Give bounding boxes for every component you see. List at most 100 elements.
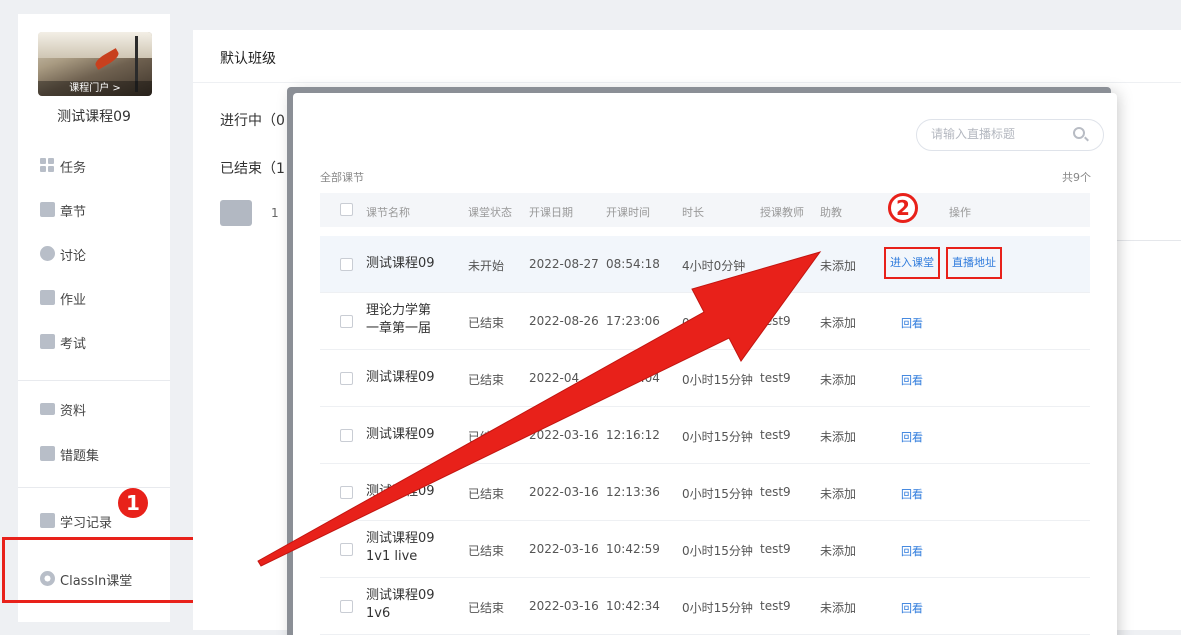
sidebar-item-materials[interactable]: 资料	[18, 387, 170, 431]
lesson-time: 12:13:36	[606, 485, 660, 499]
table-row: 测试课程09 已结束 2022-04 18:44:04 0小时15分钟 test…	[320, 350, 1090, 407]
lesson-duration: 0小时15分钟	[682, 544, 753, 558]
row-checkbox[interactable]	[340, 429, 353, 442]
lesson-duration: 0小时15分钟	[682, 373, 753, 387]
course-cover-image[interactable]: 课程门户 >	[38, 32, 152, 96]
header-duration: 时长	[682, 206, 704, 219]
lesson-date: 2022-08-27	[529, 257, 599, 271]
lesson-date: 2022-04	[529, 371, 580, 385]
lesson-assistant: 未添加	[820, 430, 857, 444]
lesson-duration: 0小时15分钟	[682, 430, 753, 444]
lesson-date: 2022-03-16	[529, 542, 599, 556]
row-checkbox[interactable]	[340, 258, 353, 271]
lesson-time: 18:44:04	[606, 371, 660, 385]
lesson-teacher: test9	[760, 428, 791, 442]
lesson-list-dialog: 全部课节 共9个 课节名称 课堂状态 开课日期 开课时间 时长 授课教师 助教 …	[293, 93, 1117, 635]
replay-link[interactable]: 回看	[901, 315, 923, 331]
lesson-thumbnail	[220, 200, 252, 226]
sidebar-item-label: 讨论	[60, 248, 87, 264]
sidebar: 课程门户 > 测试课程09 任务 章节 讨论 作业 考试 资料 错题集 学习记录…	[18, 14, 170, 622]
replay-link[interactable]: 回看	[901, 486, 923, 502]
header-name: 课节名称	[366, 206, 410, 219]
sidebar-item-label: 错题集	[60, 448, 100, 464]
lesson-teacher: test9	[760, 485, 791, 499]
lesson-status: 已结束	[468, 487, 505, 501]
lesson-duration: 0小时15分钟	[682, 487, 753, 501]
sidebar-item-label: 作业	[60, 292, 87, 308]
course-portal-link[interactable]: 课程门户 >	[38, 81, 152, 96]
class-title: 默认班级	[220, 51, 276, 67]
lesson-status: 已结束	[468, 373, 505, 387]
lesson-assistant: 未添加	[820, 487, 857, 501]
lesson-time: 08:54:18	[606, 257, 660, 271]
sidebar-item-label: 学习记录	[60, 515, 113, 531]
lesson-time: 17:23:06	[606, 314, 660, 328]
lesson-status: 已结束	[468, 544, 505, 558]
lesson-assistant: 未添加	[820, 259, 857, 273]
lesson-name: 测试课程09 1v6	[366, 588, 435, 621]
sidebar-item-discussion[interactable]: 讨论	[18, 232, 170, 276]
lesson-duration: 4小时0分钟	[682, 259, 746, 273]
lesson-status: 已结束	[468, 430, 505, 444]
lesson-assistant: 未添加	[820, 601, 857, 615]
table-row: 测试课程09 已结束 2022-03-16 12:13:36 0小时15分钟 t…	[320, 464, 1090, 521]
lesson-teacher: test9	[760, 542, 791, 556]
chat-bubble-icon	[40, 246, 55, 261]
exam-icon	[40, 334, 55, 349]
lesson-teacher: test9	[760, 371, 791, 385]
lesson-name: 测试课程09	[366, 484, 435, 499]
row-checkbox[interactable]	[340, 315, 353, 328]
all-lessons-label: 全部课节	[320, 171, 364, 184]
row-checkbox[interactable]	[340, 372, 353, 385]
replay-link[interactable]: 回看	[901, 429, 923, 445]
wrong-set-icon	[40, 446, 55, 461]
sidebar-item-wrong-set[interactable]: 错题集	[18, 432, 170, 476]
content-divider	[1116, 240, 1181, 241]
sidebar-item-label: 章节	[60, 204, 87, 220]
header-divider	[193, 82, 1181, 83]
header-status: 课堂状态	[468, 206, 512, 219]
replay-link[interactable]: 回看	[901, 372, 923, 388]
lesson-teacher: test9	[760, 599, 791, 613]
lesson-number: 1	[271, 206, 279, 220]
replay-link[interactable]: 回看	[901, 600, 923, 616]
lesson-assistant: 未添加	[820, 316, 857, 330]
lesson-status: 已结束	[468, 316, 505, 330]
sidebar-item-homework[interactable]: 作业	[18, 276, 170, 320]
row-checkbox[interactable]	[340, 600, 353, 613]
sidebar-item-label: 考试	[60, 336, 87, 352]
select-all-checkbox[interactable]	[340, 203, 353, 216]
header-assistant: 助教	[820, 206, 842, 219]
sidebar-item-chapters[interactable]: 章节	[18, 188, 170, 232]
lesson-date: 2022-03-16	[529, 428, 599, 442]
search-input[interactable]	[931, 127, 1071, 141]
edit-icon	[40, 290, 55, 305]
replay-link[interactable]: 回看	[901, 543, 923, 559]
lesson-date: 2022-03-16	[529, 599, 599, 613]
lesson-name: 测试课程09	[366, 427, 435, 442]
lesson-time: 10:42:34	[606, 599, 660, 613]
lesson-date: 2022-08-26	[529, 314, 599, 328]
grid-icon	[40, 158, 55, 173]
row-checkbox[interactable]	[340, 543, 353, 556]
lesson-date: 2022-03-16	[529, 485, 599, 499]
list-icon	[40, 202, 55, 217]
live-url-button[interactable]: 直播地址	[946, 247, 1002, 279]
table-header: 课节名称 课堂状态 开课日期 开课时间 时长 授课教师 助教 操作	[320, 193, 1090, 227]
search-box	[916, 119, 1104, 151]
in-progress-tab[interactable]: 进行中（0	[220, 110, 285, 130]
search-icon[interactable]	[1073, 127, 1085, 139]
lesson-status: 已结束	[468, 601, 505, 615]
finished-tab[interactable]: 已结束（1	[220, 158, 285, 178]
enter-classroom-button[interactable]: 进入课堂	[884, 247, 940, 279]
step-1-badge: 1	[118, 488, 148, 518]
row-checkbox[interactable]	[340, 486, 353, 499]
lesson-assistant: 未添加	[820, 373, 857, 387]
lesson-time: 10:42:59	[606, 542, 660, 556]
sidebar-item-tasks[interactable]: 任务	[18, 144, 170, 188]
step-2-badge: 2	[888, 193, 918, 223]
sidebar-item-exam[interactable]: 考试	[18, 320, 170, 364]
lesson-status: 未开始	[468, 259, 505, 273]
lesson-duration: 0小时0分钟	[682, 316, 746, 330]
header-date: 开课日期	[529, 206, 573, 219]
